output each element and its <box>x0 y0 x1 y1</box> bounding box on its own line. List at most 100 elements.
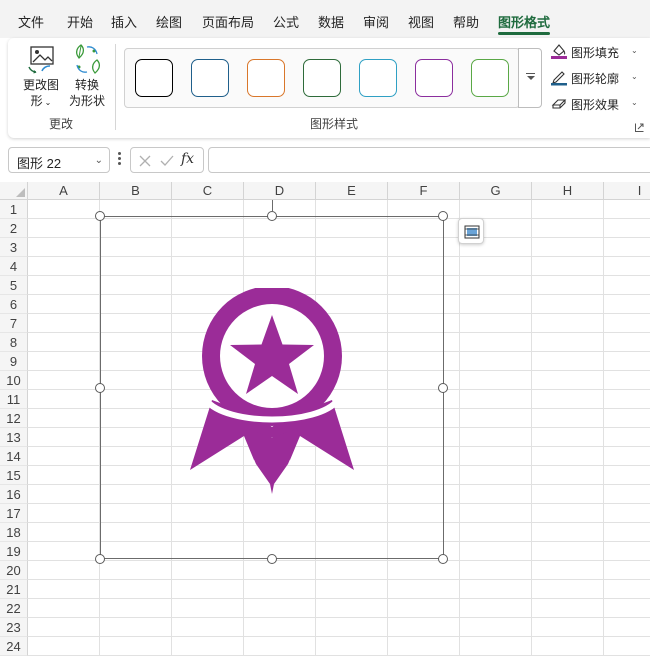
style-swatch[interactable] <box>471 59 509 97</box>
graphic-styles-group-label: 图形样式 <box>309 117 358 131</box>
graphic-fill-button[interactable]: 图形填充 ⌄ <box>550 40 642 62</box>
row-header-23[interactable]: 23 <box>0 618 28 637</box>
row-header-4[interactable]: 4 <box>0 257 28 276</box>
chevron-down-icon: ⌄ <box>631 98 638 107</box>
resize-handle-bottom[interactable] <box>267 554 277 564</box>
chevron-down-icon: ⌄ <box>631 46 638 55</box>
tab-graphics-format[interactable]: 图形格式 <box>498 12 550 31</box>
row-header-21[interactable]: 21 <box>0 580 28 599</box>
tab-help[interactable]: 帮助 <box>453 12 479 31</box>
tab-data[interactable]: 数据 <box>318 12 344 31</box>
graphic-fill-label: 图形填充 <box>571 46 620 60</box>
tab-formulas[interactable]: 公式 <box>273 12 299 31</box>
row-header-11[interactable]: 11 <box>0 390 28 409</box>
resize-handle-bottom-right[interactable] <box>438 554 448 564</box>
row-header-8[interactable]: 8 <box>0 333 28 352</box>
row-header-16[interactable]: 16 <box>0 485 28 504</box>
column-header-b[interactable]: B <box>100 182 172 200</box>
row-header-5[interactable]: 5 <box>0 276 28 295</box>
resize-handle-top-left[interactable] <box>95 211 105 221</box>
convert-to-shape-button[interactable]: 转换 为形状 <box>63 42 111 112</box>
name-box[interactable]: 图形 22 ⌄ <box>8 147 110 173</box>
graphic-styles-gallery <box>124 48 520 108</box>
more-bar-icon <box>526 73 535 74</box>
style-swatch[interactable] <box>247 59 285 97</box>
tab-file[interactable]: 文件 <box>18 12 44 31</box>
column-header-h[interactable]: H <box>532 182 604 200</box>
resize-handle-bottom-left[interactable] <box>95 554 105 564</box>
row-header-6[interactable]: 6 <box>0 295 28 314</box>
cancel-icon[interactable] <box>136 152 154 170</box>
row-header-2[interactable]: 2 <box>0 219 28 238</box>
dialog-launcher-icon[interactable] <box>635 123 644 132</box>
column-header-g[interactable]: G <box>460 182 532 200</box>
formula-buttons: fx <box>130 147 204 173</box>
row-header-22[interactable]: 22 <box>0 599 28 618</box>
column-header-c[interactable]: C <box>172 182 244 200</box>
tab-review[interactable]: 审阅 <box>363 12 389 31</box>
resize-handle-right[interactable] <box>438 383 448 393</box>
style-swatch[interactable] <box>191 59 229 97</box>
column-header-e[interactable]: E <box>316 182 388 200</box>
graphic-outline-label: 图形轮廓 <box>571 72 620 86</box>
award-ribbon-icon[interactable] <box>186 288 358 496</box>
row-header-15[interactable]: 15 <box>0 466 28 485</box>
tab-home[interactable]: 开始 <box>67 12 93 31</box>
row-header-14[interactable]: 14 <box>0 447 28 466</box>
column-header-d[interactable]: D <box>244 182 316 200</box>
insert-function-button[interactable]: fx <box>181 151 199 169</box>
enter-check-icon[interactable] <box>158 152 176 170</box>
name-box-value: 图形 22 <box>17 156 62 171</box>
row-header-24[interactable]: 24 <box>0 637 28 656</box>
style-swatch[interactable] <box>415 59 453 97</box>
row-header-17[interactable]: 17 <box>0 504 28 523</box>
formula-input[interactable] <box>208 147 650 173</box>
change-group: 更改图 形 ⌄ 转换 为形状 更改 <box>8 38 114 138</box>
rotation-connector <box>272 200 273 211</box>
convert-label-line1: 转换 <box>74 78 99 92</box>
change-graphic-label-line1: 更改图 <box>22 78 59 92</box>
tab-view[interactable]: 视图 <box>408 12 434 31</box>
resize-handle-left[interactable] <box>95 383 105 393</box>
tab-draw[interactable]: 绘图 <box>156 12 182 31</box>
group-divider <box>115 44 116 130</box>
select-all-button[interactable] <box>0 182 28 200</box>
ribbon: 更改图 形 ⌄ 转换 为形状 更改 图形样式 图形填充 ⌄ 图形轮廓 ⌄ 图形效… <box>8 38 650 138</box>
chevron-down-icon: ⌄ <box>631 72 638 81</box>
row-header-12[interactable]: 12 <box>0 409 28 428</box>
resize-handle-top-right[interactable] <box>438 211 448 221</box>
paint-bucket-icon <box>551 44 567 59</box>
menu-bar: 文件 开始 插入 绘图 页面布局 公式 数据 审阅 视图 帮助 图形格式 <box>0 0 650 38</box>
tab-page-layout[interactable]: 页面布局 <box>202 12 254 31</box>
convert-to-shape-icon <box>75 44 101 74</box>
style-swatch[interactable] <box>135 59 173 97</box>
row-header-19[interactable]: 19 <box>0 542 28 561</box>
chevron-down-icon: ⌄ <box>44 98 52 107</box>
style-swatch[interactable] <box>359 59 397 97</box>
row-header-13[interactable]: 13 <box>0 428 28 447</box>
tab-insert[interactable]: 插入 <box>111 12 137 31</box>
resize-handle-top[interactable] <box>267 211 277 221</box>
chevron-down-icon[interactable]: ⌄ <box>95 155 103 166</box>
style-swatch[interactable] <box>303 59 341 97</box>
more-options-icon[interactable] <box>116 151 122 167</box>
row-header-1[interactable]: 1 <box>0 200 28 219</box>
gallery-more-button[interactable] <box>518 48 542 108</box>
row-header-18[interactable]: 18 <box>0 523 28 542</box>
row-header-3[interactable]: 3 <box>0 238 28 257</box>
row-header-20[interactable]: 20 <box>0 561 28 580</box>
row-header-7[interactable]: 7 <box>0 314 28 333</box>
chevron-down-icon <box>527 76 535 80</box>
column-header-a[interactable]: A <box>28 182 100 200</box>
column-header-f[interactable]: F <box>388 182 460 200</box>
change-graphic-icon <box>28 46 54 74</box>
layout-options-icon <box>464 225 480 239</box>
row-header-9[interactable]: 9 <box>0 352 28 371</box>
graphic-outline-button[interactable]: 图形轮廓 ⌄ <box>550 66 642 88</box>
change-graphic-button[interactable]: 更改图 形 ⌄ <box>17 42 65 112</box>
change-group-label: 更改 <box>48 117 73 131</box>
column-header-i[interactable]: I <box>604 182 650 200</box>
row-header-10[interactable]: 10 <box>0 371 28 390</box>
graphic-effects-button[interactable]: 图形效果 ⌄ <box>550 92 642 114</box>
layout-options-button[interactable] <box>458 218 484 244</box>
